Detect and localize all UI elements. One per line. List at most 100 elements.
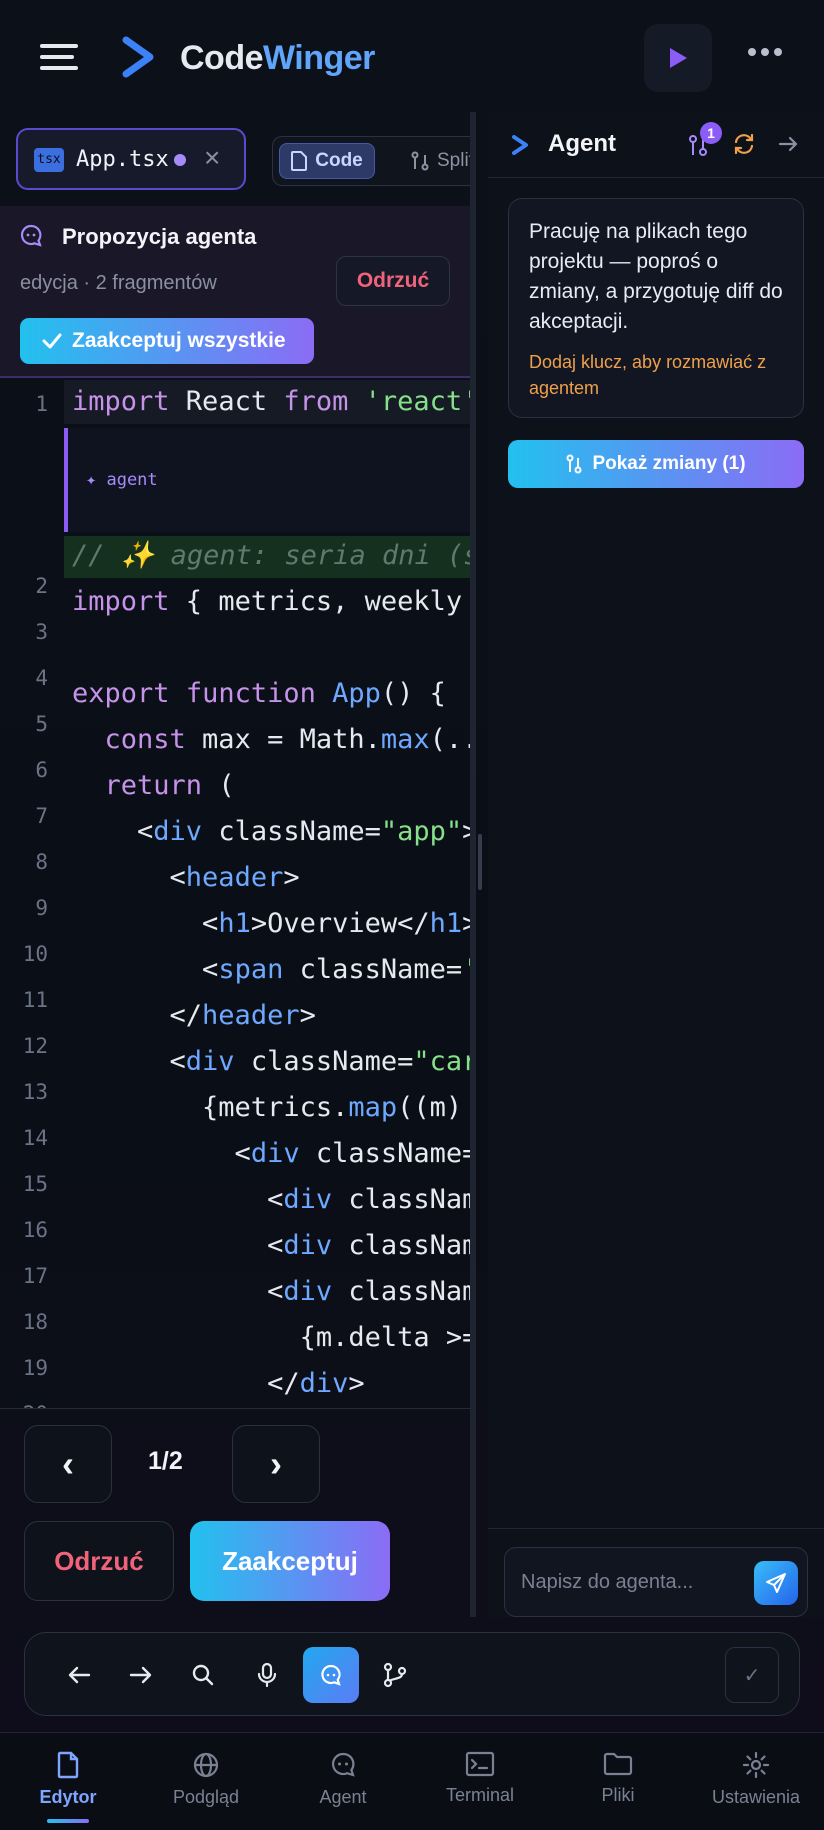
gear-icon	[742, 1751, 770, 1779]
send-button[interactable]	[754, 1561, 798, 1605]
voice-button[interactable]	[243, 1651, 291, 1699]
back-button[interactable]	[55, 1651, 103, 1699]
file-icon	[291, 151, 308, 171]
code-line: </div>	[72, 1368, 365, 1399]
line-number: 3	[35, 620, 48, 644]
line-number: 16	[22, 1218, 48, 1242]
reject-proposal-button[interactable]: Odrzuć	[336, 256, 450, 306]
agent-icon	[321, 1664, 341, 1686]
line-number: 11	[22, 988, 48, 1012]
code-line: {m.delta >=	[72, 1322, 472, 1353]
agent-icon	[20, 224, 42, 247]
code-area[interactable]: ✦ agent 1 2 3 4 5 6 7 8 9 10 11 12 13 14…	[0, 378, 472, 1408]
accept-change-button[interactable]: Zaakceptuj	[190, 1521, 390, 1601]
git-branch-icon	[383, 1662, 407, 1688]
code-line: {metrics.map((m)	[72, 1092, 463, 1123]
editor-tabbar: tsx App.tsx × Code Split	[0, 112, 472, 206]
line-number: 8	[35, 850, 48, 874]
next-change-button[interactable]: ›	[232, 1425, 320, 1503]
arrow-right-icon	[129, 1666, 152, 1684]
active-indicator	[47, 1819, 89, 1823]
accept-all-button[interactable]: Zaakceptuj wszystkie	[20, 318, 314, 364]
code-line: export function App() {	[72, 678, 446, 709]
file-tab[interactable]: tsx App.tsx ×	[16, 128, 246, 190]
prev-change-button[interactable]: ‹	[24, 1425, 112, 1503]
change-counter: 1/2	[148, 1447, 183, 1475]
nav-item-settings[interactable]: Ustawienia	[688, 1733, 824, 1830]
refresh-icon[interactable]	[732, 132, 756, 156]
line-number: 19	[22, 1356, 48, 1380]
code-line: <span className='	[72, 954, 472, 985]
code-line: <div classNam	[72, 1276, 472, 1307]
logo-icon	[122, 36, 154, 78]
line-number: 12	[22, 1034, 48, 1058]
line-number: 15	[22, 1172, 48, 1196]
code-line: import React from 'react'	[72, 386, 472, 417]
nav-item-agent[interactable]: Agent	[275, 1733, 411, 1830]
agent-marker: ✦ agent	[86, 470, 158, 490]
code-line: <header>	[72, 862, 300, 893]
code-line: <h1>Overview</h1>	[72, 908, 472, 939]
line-number: 10	[22, 942, 48, 966]
resize-handle[interactable]	[478, 834, 482, 890]
agent-pane: Agent 1 Pracuję na plikach tego projektu…	[488, 112, 824, 1617]
globe-icon	[193, 1752, 219, 1778]
confirm-button[interactable]: ✓	[725, 1647, 779, 1703]
line-number: 5	[35, 712, 48, 736]
forward-button[interactable]	[117, 1651, 165, 1699]
app-title: CodeWinger	[180, 39, 375, 77]
terminal-icon	[465, 1751, 495, 1777]
play-icon	[670, 48, 687, 68]
agent-proposal-banner: Propozycja agenta edycja · 2 fragmentów …	[0, 206, 472, 378]
api-key-warning: Dodaj klucz, aby rozmawiać z agentem	[529, 352, 767, 398]
search-button[interactable]	[179, 1651, 227, 1699]
line-number: 4	[35, 666, 48, 690]
nav-item-terminal[interactable]: Terminal	[412, 1733, 548, 1830]
line-number: 18	[22, 1310, 48, 1334]
code-line: <div classNam	[72, 1184, 472, 1215]
code-line: </header>	[72, 1000, 316, 1031]
diff-icon	[411, 151, 429, 171]
logo-icon	[512, 135, 528, 155]
send-icon	[766, 1573, 786, 1593]
run-button[interactable]	[644, 24, 712, 92]
git-button[interactable]	[371, 1651, 419, 1699]
agent-chat-button[interactable]	[303, 1647, 359, 1703]
nav-item-preview[interactable]: Podgląd	[138, 1733, 274, 1830]
code-line: <div classNam	[72, 1230, 472, 1261]
editor-toolbar: ✓	[24, 1632, 800, 1716]
bottom-nav: Edytor Podgląd Agent Terminal Pliki Usta…	[0, 1732, 824, 1830]
reject-change-button[interactable]: Odrzuć	[24, 1521, 174, 1601]
nav-item-editor[interactable]: Edytor	[0, 1733, 136, 1830]
check-icon	[42, 333, 62, 349]
line-number: 17	[22, 1264, 48, 1288]
line-number: 1	[35, 392, 48, 416]
agent-header: Agent 1	[488, 112, 824, 178]
more-icon[interactable]	[748, 48, 782, 56]
file-type-icon: tsx	[34, 148, 64, 172]
close-icon[interactable]: ×	[204, 143, 220, 173]
tab-split[interactable]: Split	[411, 143, 472, 179]
agent-message: Pracuję na plikach tego projektu — popro…	[529, 220, 783, 333]
arrow-right-icon[interactable]	[778, 134, 800, 154]
view-mode-switch: Code Split	[272, 136, 472, 186]
menu-icon[interactable]	[40, 44, 78, 72]
change-pager: ‹ 1/2 › Odrzuć Zaakceptuj	[0, 1408, 472, 1617]
code-line: <div className=	[72, 1138, 472, 1169]
agent-input-bar	[488, 1528, 824, 1617]
code-line: <div className="car	[72, 1046, 472, 1077]
code-line: <div className="app">	[72, 816, 472, 847]
unsaved-dot-icon	[174, 154, 186, 166]
changes-badge: 1	[700, 122, 722, 144]
code-line: return (	[104, 770, 235, 801]
code-line: const max = Math.max(..	[104, 724, 472, 755]
line-number: 6	[35, 758, 48, 782]
tab-code[interactable]: Code	[279, 143, 375, 179]
show-changes-button[interactable]: Pokaż zmiany (1)	[508, 440, 804, 488]
nav-item-files[interactable]: Pliki	[550, 1733, 686, 1830]
app-header: CodeWinger	[0, 0, 824, 114]
agent-title: Agent	[548, 130, 616, 157]
folder-icon	[603, 1752, 633, 1776]
line-number: 13	[22, 1080, 48, 1104]
